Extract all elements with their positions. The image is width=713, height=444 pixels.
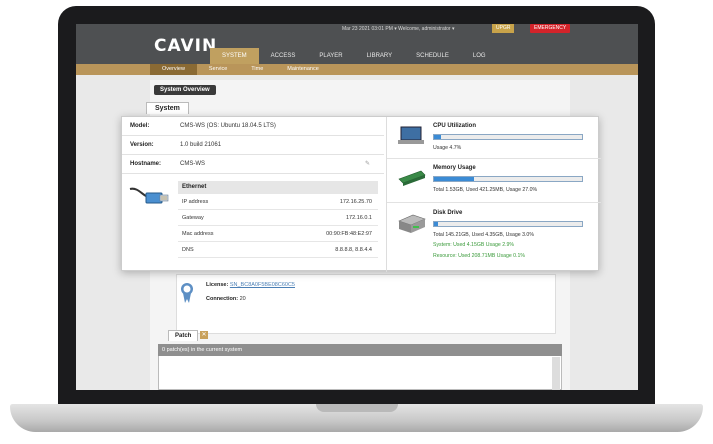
patch-scrollbar[interactable] bbox=[552, 357, 560, 390]
nav-log[interactable]: LOG bbox=[461, 48, 498, 64]
version-row: Version: 1.0 build 21061 bbox=[122, 136, 384, 155]
license-line: License: SN_BC8A0F5BE08C60C5 bbox=[206, 282, 295, 288]
table-row: DNS 8.8.8.8, 8.8.4.4 bbox=[178, 242, 378, 258]
model-value: CMS-WS (OS: Ubuntu 18.04.5 LTS) bbox=[180, 123, 276, 129]
disk-panel: Disk Drive Total 145.21GB, Used 4.35GB, … bbox=[387, 203, 601, 272]
ip-value: 172.16.25.70 bbox=[339, 199, 372, 205]
mac-value: 00:90:FB:48:E2:97 bbox=[326, 231, 372, 237]
system-info-column: Model: CMS-WS (OS: Ubuntu 18.04.5 LTS) V… bbox=[122, 117, 384, 272]
disk-system-text: System: Used 4.15GB Usage 2.9% bbox=[433, 242, 515, 248]
nav-system[interactable]: SYSTEM bbox=[210, 48, 259, 64]
subnav-time[interactable]: Time bbox=[239, 64, 275, 75]
table-row: Gateway 172.16.0.1 bbox=[178, 210, 378, 226]
memory-title: Memory Usage bbox=[433, 165, 476, 171]
memory-progress-bar bbox=[433, 176, 583, 182]
section-title: System Overview bbox=[154, 85, 216, 95]
main-nav: SYSTEM ACCESS PLAYER LIBRARY SCHEDULE LO… bbox=[210, 48, 498, 64]
nav-player[interactable]: PLAYER bbox=[307, 48, 354, 64]
ethernet-table: Ethernet IP address 172.16.25.70 Gateway… bbox=[178, 181, 378, 258]
hostname-label: Hostname: bbox=[130, 161, 162, 167]
license-badge-icon bbox=[181, 283, 193, 303]
cpu-title: CPU Utilization bbox=[433, 123, 476, 129]
patch-badge-icon[interactable]: ✕ bbox=[200, 331, 208, 339]
hostname-value: CMS-WS bbox=[180, 161, 205, 167]
edit-hostname-icon[interactable]: ✎ bbox=[365, 160, 370, 167]
model-label: Model: bbox=[130, 123, 150, 129]
hostname-row: Hostname: CMS-WS ✎ bbox=[122, 155, 384, 174]
app-header: CAVIN Mar 23 2021 03:01 PM ▾ Welcome, ad… bbox=[76, 24, 638, 64]
laptop-mockup: CAVIN Mar 23 2021 03:01 PM ▾ Welcome, ad… bbox=[0, 0, 713, 444]
model-row: Model: CMS-WS (OS: Ubuntu 18.04.5 LTS) bbox=[122, 117, 384, 136]
cavin-logo[interactable]: CAVIN bbox=[154, 36, 217, 56]
disk-resource-text: Resource: Used 208.71MB Usage 0.1% bbox=[433, 253, 525, 259]
table-row: Mac address 00:90:FB:48:E2:97 bbox=[178, 226, 378, 242]
gateway-value: 172.16.0.1 bbox=[346, 215, 372, 221]
system-overview-card: Model: CMS-WS (OS: Ubuntu 18.04.5 LTS) V… bbox=[121, 116, 601, 272]
tab-patch[interactable]: Patch bbox=[168, 330, 199, 341]
disk-progress-bar bbox=[433, 221, 583, 227]
emergency-button[interactable]: EMERGENCY bbox=[530, 24, 571, 33]
connection-line: Connection: 20 bbox=[206, 296, 246, 302]
version-label: Version: bbox=[130, 142, 154, 148]
version-value: 1.0 build 21061 bbox=[180, 142, 222, 148]
laptop-notch bbox=[316, 404, 398, 412]
disk-title: Disk Drive bbox=[433, 210, 463, 216]
cpu-panel: CPU Utilization Usage 4.7% bbox=[387, 117, 601, 159]
ethernet-title: Ethernet bbox=[178, 181, 378, 194]
memory-bar-fill bbox=[434, 177, 474, 181]
ethernet-cable-icon bbox=[129, 187, 169, 204]
disk-drive-icon bbox=[398, 214, 426, 233]
disk-bar-fill bbox=[434, 222, 439, 226]
dns-label: DNS bbox=[182, 247, 194, 253]
connection-label: Connection: bbox=[206, 296, 239, 302]
tab-system[interactable]: System bbox=[146, 102, 189, 114]
cpu-progress-bar bbox=[433, 134, 583, 140]
subnav-overview[interactable]: Overview bbox=[150, 64, 197, 75]
nav-schedule[interactable]: SCHEDULE bbox=[404, 48, 461, 64]
dns-value: 8.8.8.8, 8.8.4.4 bbox=[335, 247, 372, 253]
ip-label: IP address bbox=[182, 199, 209, 205]
gateway-label: Gateway bbox=[182, 215, 204, 221]
date-user-info[interactable]: Mar 23 2021 03:01 PM ▾ Welcome, administ… bbox=[342, 26, 454, 32]
nav-library[interactable]: LIBRARY bbox=[355, 48, 405, 64]
table-row: IP address 172.16.25.70 bbox=[178, 194, 378, 210]
memory-usage-text: Total 1.53GB, Used 421.25MB, Usage 27.0% bbox=[433, 187, 538, 193]
license-link[interactable]: SN_BC8A0F5BE08C60C5 bbox=[230, 282, 295, 288]
memory-module-icon bbox=[398, 170, 426, 186]
disk-usage-text: Total 145.21GB, Used 4.35GB, Usage 3.0% bbox=[433, 232, 534, 238]
subnav-maintenance[interactable]: Maintenance bbox=[275, 64, 331, 75]
cpu-usage-text: Usage 4.7% bbox=[433, 145, 462, 151]
subnav-service[interactable]: Service bbox=[197, 64, 239, 75]
laptop-icon bbox=[398, 126, 424, 144]
sub-nav: Overview Service Time Maintenance bbox=[76, 64, 638, 75]
resources-column: CPU Utilization Usage 4.7% Memory Usage … bbox=[386, 117, 601, 272]
cpu-bar-fill bbox=[434, 135, 441, 139]
license-label: License: bbox=[206, 282, 229, 288]
upgrade-button[interactable]: UPGR bbox=[492, 24, 515, 33]
nav-access[interactable]: ACCESS bbox=[259, 48, 308, 64]
patch-header: 0 patch(es) in the current system bbox=[158, 344, 562, 356]
memory-panel: Memory Usage Total 1.53GB, Used 421.25MB… bbox=[387, 159, 601, 203]
mac-label: Mac address bbox=[182, 231, 214, 237]
connection-value: 20 bbox=[239, 296, 246, 302]
